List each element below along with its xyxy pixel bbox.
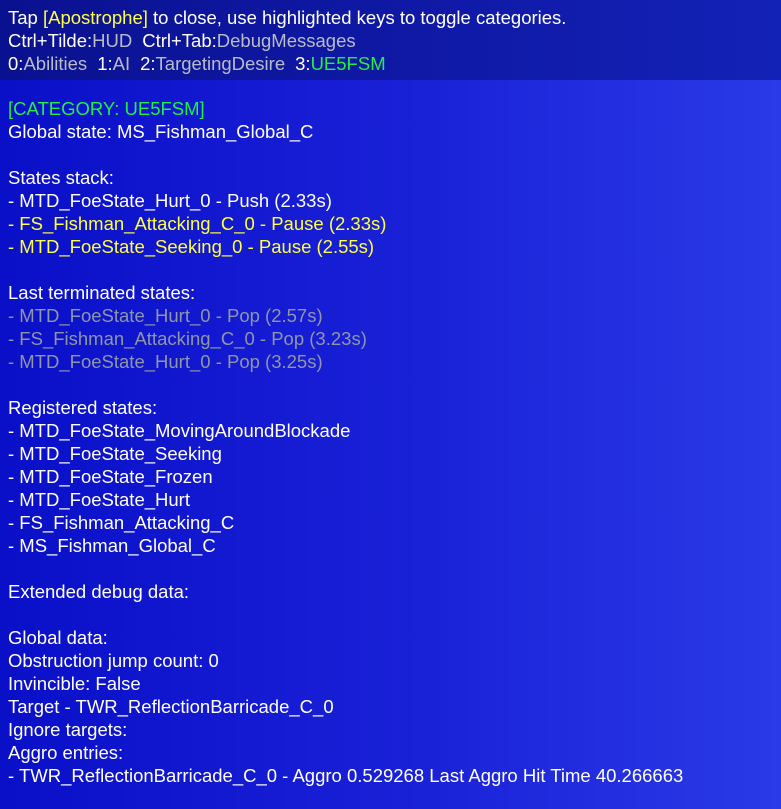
apostrophe-key-hint[interactable]: [Apostrophe] <box>43 7 148 28</box>
global-data-title: Global data: <box>8 627 108 648</box>
global-data-entry: Ignore targets: <box>8 719 128 740</box>
debug-messages-key: Ctrl+Tab: <box>142 30 217 51</box>
registered-states-title: Registered states: <box>8 397 158 418</box>
instruction-prefix: Tap <box>8 7 43 28</box>
global-state: Global state: MS_Fishman_Global_C <box>8 121 314 142</box>
debug-header: Tap [Apostrophe] to close, use highlight… <box>0 0 781 80</box>
instruction-suffix: to close, use highlighted keys to toggle… <box>147 7 567 28</box>
header-toggles: Ctrl+Tilde:HUD Ctrl+Tab:DebugMessages <box>8 29 781 52</box>
category-title: [CATEGORY: UE5FSM] <box>8 98 205 119</box>
category-label-active: UE5FSM <box>310 53 386 74</box>
header-instructions: Tap [Apostrophe] to close, use highlight… <box>8 6 781 29</box>
category-label: TargetingDesire <box>155 53 286 74</box>
state-stack-entry: - FS_Fishman_Attacking_C_0 - Pause (2.33… <box>8 213 387 234</box>
aggro-entry: - TWR_ReflectionBarricade_C_0 - Aggro 0.… <box>8 765 684 786</box>
debug-content: [CATEGORY: UE5FSM] Global state: MS_Fish… <box>8 97 781 787</box>
category-toggles: 0:Abilities 1:AI 2:TargetingDesire 3:UE5FSM <box>8 52 781 75</box>
category-key: 1: <box>97 53 113 74</box>
registered-state-entry: - MTD_FoeState_MovingAroundBlockade <box>8 420 351 441</box>
global-data-entry: Aggro entries: <box>8 742 124 763</box>
terminated-state-entry: - MTD_FoeState_Hurt_0 - Pop (2.57s) <box>8 305 323 326</box>
registered-state-entry: - MS_Fishman_Global_C <box>8 535 216 556</box>
category-toggle-targetingdesire[interactable]: 2:TargetingDesire <box>140 53 285 74</box>
state-stack-entry: - MTD_FoeState_Hurt_0 - Push (2.33s) <box>8 190 332 211</box>
global-data-entry: Invincible: False <box>8 673 141 694</box>
hud-key: Ctrl+Tilde: <box>8 30 93 51</box>
registered-state-entry: - MTD_FoeState_Seeking <box>8 443 222 464</box>
global-data-entry: Obstruction jump count: 0 <box>8 650 219 671</box>
registered-state-entry: - FS_Fishman_Attacking_C <box>8 512 235 533</box>
category-toggle-ue5fsm[interactable]: 3:UE5FSM <box>295 53 385 74</box>
states-stack-title: States stack: <box>8 167 114 188</box>
category-key: 2: <box>140 53 156 74</box>
category-label: Abilities <box>23 53 88 74</box>
category-label: AI <box>112 53 131 74</box>
debug-messages-label: DebugMessages <box>216 30 356 51</box>
debug-messages-toggle[interactable]: Ctrl+Tab:DebugMessages <box>142 30 355 51</box>
category-key: 3: <box>295 53 311 74</box>
state-stack-entry: - MTD_FoeState_Seeking_0 - Pause (2.55s) <box>8 236 375 257</box>
category-key: 0: <box>8 53 24 74</box>
terminated-state-entry: - MTD_FoeState_Hurt_0 - Pop (3.25s) <box>8 351 323 372</box>
terminated-state-entry: - FS_Fishman_Attacking_C_0 - Pop (3.23s) <box>8 328 367 349</box>
hud-label: HUD <box>92 30 133 51</box>
hud-toggle[interactable]: Ctrl+Tilde:HUD <box>8 30 132 51</box>
global-data-entry: Target - TWR_ReflectionBarricade_C_0 <box>8 696 334 717</box>
category-toggle-abilities[interactable]: 0:Abilities <box>8 53 87 74</box>
extended-debug-title: Extended debug data: <box>8 581 190 602</box>
last-terminated-title: Last terminated states: <box>8 282 196 303</box>
registered-state-entry: - MTD_FoeState_Hurt <box>8 489 190 510</box>
registered-state-entry: - MTD_FoeState_Frozen <box>8 466 213 487</box>
category-toggle-ai[interactable]: 1:AI <box>97 53 130 74</box>
